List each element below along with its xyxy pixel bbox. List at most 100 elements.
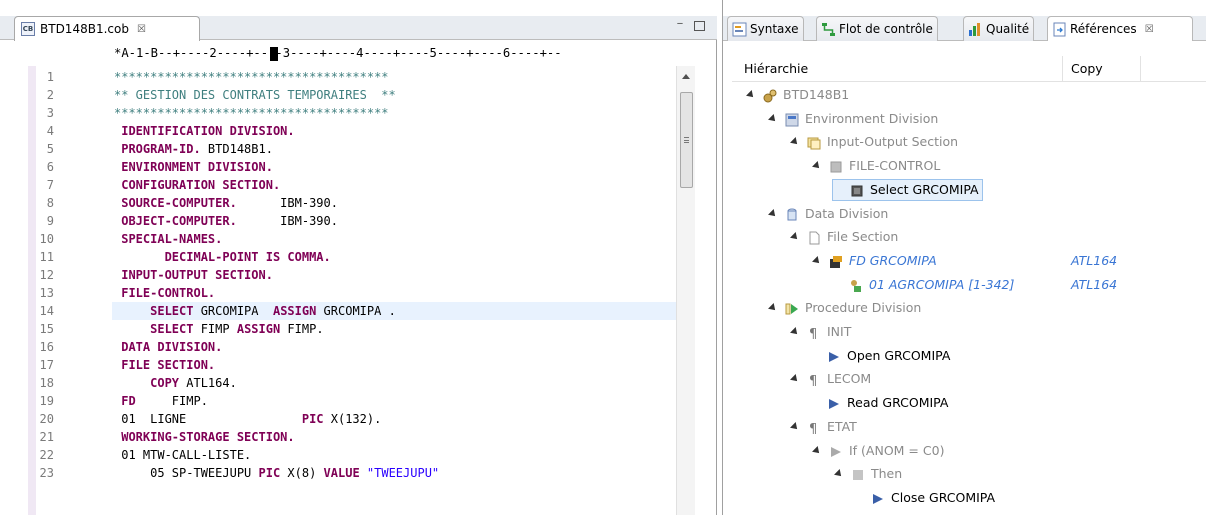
tree-node[interactable]: File Section: [790, 226, 898, 248]
code-line[interactable]: FD FIMP.: [114, 392, 208, 410]
code-line[interactable]: 01 MTW-CALL-LISTE.: [114, 446, 251, 464]
code-line[interactable]: ** GESTION DES CONTRATS TEMPORAIRES **: [114, 86, 396, 104]
code-token: PROGRAM-ID.: [114, 142, 201, 156]
code-area[interactable]: ************************************** **…: [0, 66, 676, 515]
code-line[interactable]: FILE-CONTROL.: [114, 284, 215, 302]
close-icon[interactable]: ☒: [1145, 24, 1154, 35]
code-token: ASSIGN: [236, 322, 281, 336]
tree-node[interactable]: ¶ INIT: [790, 321, 851, 343]
column-copy[interactable]: Copy: [1071, 61, 1103, 76]
tree-node[interactable]: FD GRCOMIPA: [812, 250, 937, 272]
expand-triangle-icon[interactable]: [790, 327, 800, 337]
tree-node-label: ETAT: [827, 418, 857, 434]
code-token: ATL164.: [179, 376, 237, 390]
references-pane: Syntaxe Flot de contrôle Qualité Référen…: [722, 0, 1206, 515]
tree-node[interactable]: Select GRCOMIPA: [832, 178, 983, 201]
expand-triangle-icon[interactable]: [812, 255, 822, 266]
tree-node-label: If (ANOM = C0): [849, 442, 945, 458]
expand-triangle-icon[interactable]: [768, 208, 778, 219]
code-token: FILE-CONTROL.: [114, 286, 216, 300]
tab-references[interactable]: Références ☒: [1047, 16, 1193, 41]
procedure-division-icon: [785, 301, 799, 315]
editor-tab[interactable]: CB BTD148B1.cob ☒: [14, 16, 200, 41]
expand-triangle-icon[interactable]: [834, 469, 844, 480]
tree-node-label: Input-Output Section: [827, 134, 959, 150]
expand-triangle-icon[interactable]: [790, 421, 800, 432]
tree-node[interactable]: 01 AGRCOMIPA [1-342]: [835, 274, 1014, 296]
code-line[interactable]: COPY ATL164.: [114, 374, 237, 392]
tree-node-label: 01 AGRCOMIPA [1-342]: [869, 276, 1015, 292]
code-line[interactable]: **************************************: [114, 68, 389, 86]
code-line[interactable]: 05 SP-TWEEJUPU PIC X(8) VALUE "TWEEJUPU": [114, 464, 439, 482]
tree-node[interactable]: Data Division: [768, 203, 888, 225]
code-line[interactable]: **************************************: [114, 104, 389, 122]
copy-column-value: ATL164: [1071, 252, 1118, 268]
code-line[interactable]: WORKING-STORAGE SECTION.: [114, 428, 295, 446]
paragraph-square-icon: [829, 159, 843, 173]
code-line[interactable]: DATA DIVISION.: [114, 338, 222, 356]
code-line[interactable]: PROGRAM-ID. BTD148B1.: [114, 140, 273, 158]
tree-node[interactable]: BTD148B1: [746, 84, 849, 106]
expand-triangle-icon[interactable]: [812, 161, 822, 172]
tree-node[interactable]: Then: [834, 463, 902, 485]
expand-triangle-icon[interactable]: [790, 374, 800, 385]
tab-qualite[interactable]: Qualité: [963, 16, 1035, 41]
expand-triangle-icon[interactable]: [746, 90, 756, 100]
grey-triangle-icon: [829, 444, 843, 458]
code-line[interactable]: IDENTIFICATION DIVISION.: [114, 122, 294, 140]
code-token: SELECT: [114, 304, 194, 318]
expand-triangle-icon[interactable]: [768, 113, 778, 124]
references-icon: [1052, 22, 1067, 37]
expand-triangle-icon[interactable]: [790, 137, 800, 148]
code-token: INPUT-OUTPUT SECTION.: [114, 268, 273, 282]
code-token: CONFIGURATION SECTION.: [114, 178, 281, 192]
code-token: X(132).: [323, 412, 382, 426]
expand-triangle-icon[interactable]: [768, 303, 778, 314]
tab-label: Références: [1070, 22, 1137, 36]
tree-node[interactable]: Procedure Division: [768, 297, 921, 319]
scroll-up-arrow-icon[interactable]: [682, 74, 690, 79]
expand-triangle-icon[interactable]: [812, 445, 822, 456]
vertical-scrollbar[interactable]: [676, 66, 695, 515]
code-line[interactable]: DECIMAL-POINT IS COMMA.: [114, 248, 331, 266]
code-line[interactable]: SPECIAL-NAMES.: [114, 230, 222, 248]
tab-flot-de-controle[interactable]: Flot de contrôle: [816, 16, 938, 41]
code-line[interactable]: SELECT FIMP ASSIGN FIMP.: [114, 320, 323, 338]
tab-syntaxe[interactable]: Syntaxe: [727, 16, 804, 41]
tree-node[interactable]: FILE-CONTROL: [812, 155, 941, 177]
minimize-icon[interactable]: −: [673, 18, 687, 32]
hierarchy-tree[interactable]: BTD148B1 Environment Division Input-Output…: [723, 84, 1206, 515]
code-line[interactable]: 01 LIGNE PIC X(132).: [114, 410, 381, 428]
column-separator: [1062, 56, 1063, 82]
tree-node[interactable]: If (ANOM = C0): [812, 440, 945, 462]
maximize-icon[interactable]: [694, 21, 705, 31]
code-token: OBJECT-COMPUTER.: [114, 214, 237, 228]
code-line[interactable]: SOURCE-COMPUTER. IBM-390.: [114, 194, 338, 212]
tree-node[interactable]: ¶ ETAT: [790, 416, 857, 438]
play-triangle-icon: [871, 491, 885, 505]
section-icon: [807, 135, 821, 150]
code-line[interactable]: FILE SECTION.: [114, 356, 215, 374]
tree-node[interactable]: Read GRCOMIPA: [813, 392, 948, 414]
column-hierarchie[interactable]: Hiérarchie: [744, 61, 808, 76]
editor-tab-title: BTD148B1.cob: [40, 22, 129, 36]
code-line[interactable]: ENVIRONMENT DIVISION.: [114, 158, 273, 176]
tree-node[interactable]: Input-Output Section: [790, 131, 959, 153]
code-token: SPECIAL-NAMES.: [114, 232, 223, 246]
quality-bars-icon: [968, 22, 983, 37]
tree-node[interactable]: ¶ LECOM: [790, 368, 871, 390]
tree-node[interactable]: Close GRCOMIPA: [857, 487, 995, 509]
expand-triangle-icon[interactable]: [790, 232, 800, 243]
scrollbar-thumb[interactable]: [680, 92, 693, 188]
tree-node-label: FILE-CONTROL: [849, 158, 941, 174]
close-icon[interactable]: ☒: [137, 24, 146, 35]
tree-node-label: Environment Division: [805, 110, 939, 126]
tree-node[interactable]: Environment Division: [768, 108, 939, 130]
code-line[interactable]: CONFIGURATION SECTION.: [114, 176, 280, 194]
code-line[interactable]: SELECT GRCOMIPA ASSIGN GRCOMIPA .: [114, 302, 396, 320]
code-token: WORKING-STORAGE SECTION.: [114, 430, 295, 444]
data-division-icon: [785, 207, 799, 221]
code-line[interactable]: INPUT-OUTPUT SECTION.: [114, 266, 273, 284]
code-line[interactable]: OBJECT-COMPUTER. IBM-390.: [114, 212, 338, 230]
tree-node[interactable]: Open GRCOMIPA: [813, 345, 950, 367]
